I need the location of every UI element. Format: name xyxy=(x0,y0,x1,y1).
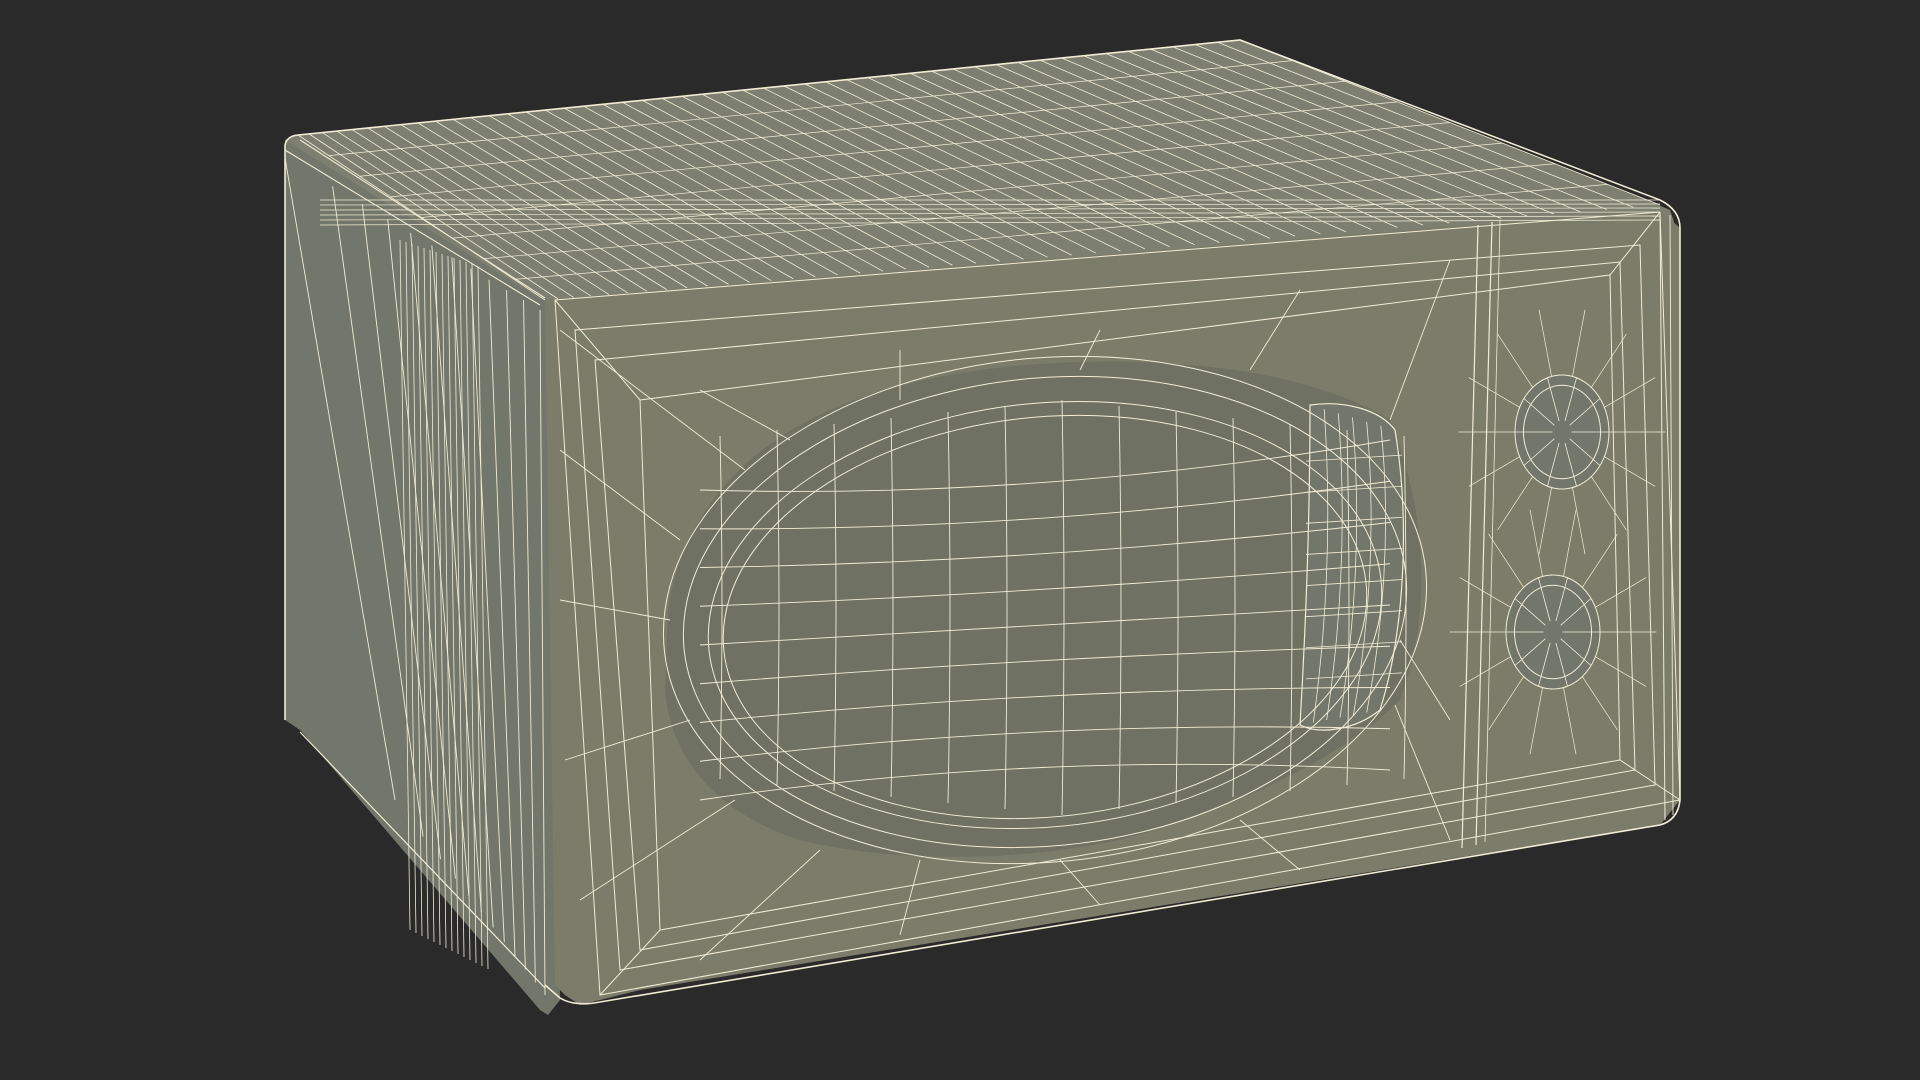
microwave-wireframe-render xyxy=(284,39,1681,1015)
3d-viewport[interactable] xyxy=(0,0,1920,1080)
